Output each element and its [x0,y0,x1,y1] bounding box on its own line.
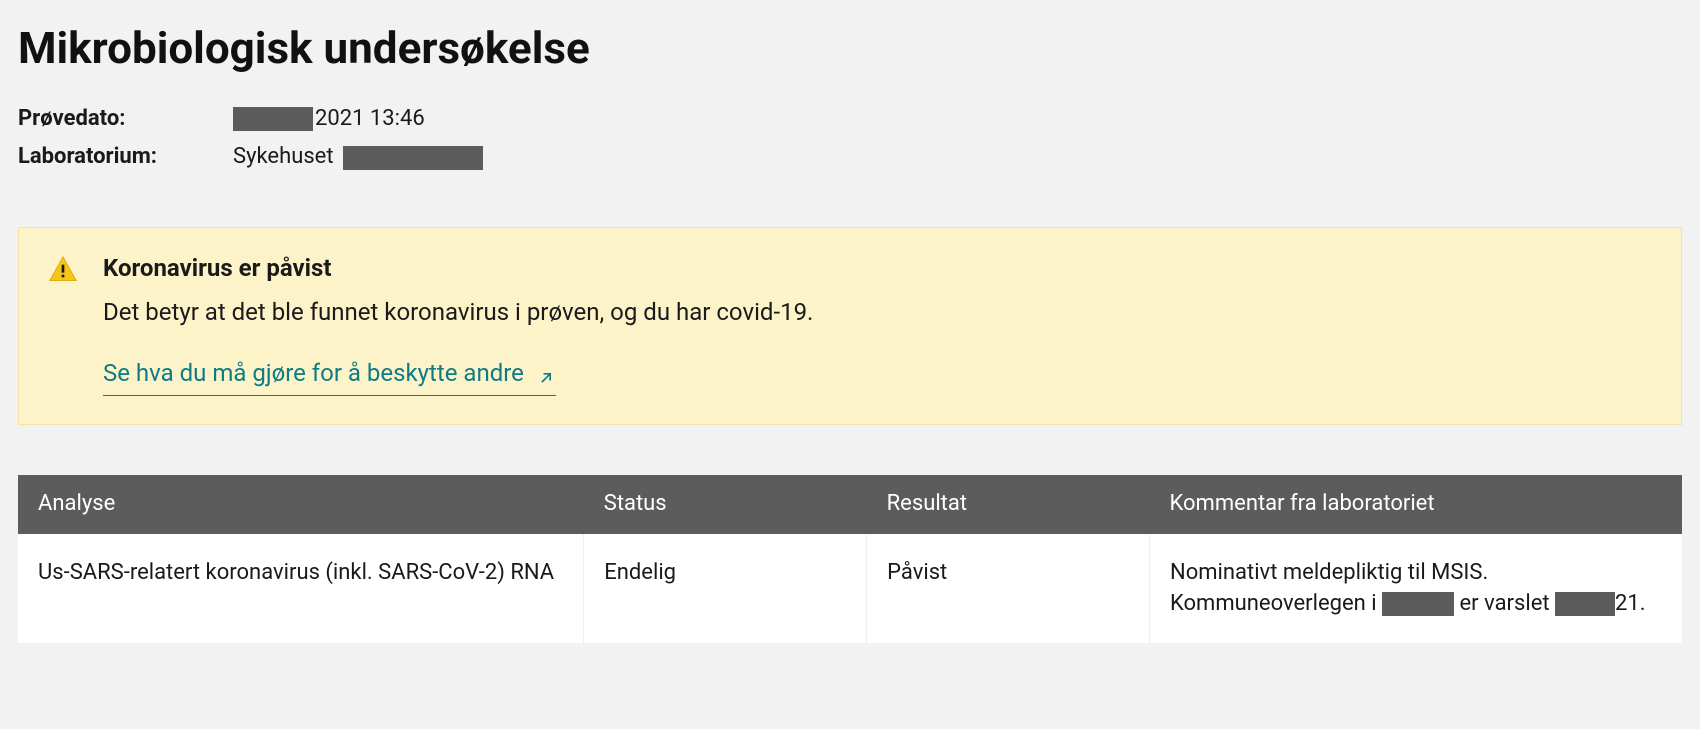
meta-block: Prøvedato: 2021 13:46 Laboratorium: Syke… [18,104,1682,174]
alert-text: Det betyr at det ble funnet koronavirus … [103,296,1653,330]
table-header-row: Analyse Status Resultat Kommentar fra la… [18,475,1682,534]
th-analyse: Analyse [18,475,584,534]
cell-analyse: Us-SARS-relatert koronavirus (inkl. SARS… [18,534,584,644]
alert-link-text: Se hva du må gjøre for å beskytte andre [103,357,524,391]
meta-lab-prefix: Sykehuset [233,142,334,173]
cell-status: Endelig [584,534,867,644]
th-status: Status [584,475,867,534]
page-title: Mikrobiologisk undersøkelse [18,18,1682,80]
meta-row-date: Prøvedato: 2021 13:46 [18,104,1682,135]
alert-link[interactable]: Se hva du må gjøre for å beskytte andre [103,357,556,396]
redacted-block [1555,592,1615,616]
alert-box: Koronavirus er påvist Det betyr at det b… [18,227,1682,425]
meta-date-suffix: 2021 13:46 [315,104,425,135]
th-result: Resultat [867,475,1150,534]
comment-part3: 21. [1615,591,1646,616]
alert-body: Koronavirus er påvist Det betyr at det b… [103,252,1653,396]
th-comment: Kommentar fra laboratoriet [1150,475,1683,534]
redacted-block [1382,592,1454,616]
meta-lab-label: Laboratorium: [18,142,233,173]
cell-result: Påvist [867,534,1150,644]
meta-row-lab: Laboratorium: Sykehuset [18,142,1682,173]
external-link-icon [536,364,556,384]
meta-lab-value: Sykehuset [233,142,483,173]
redacted-block [233,107,313,131]
meta-date-label: Prøvedato: [18,104,233,135]
alert-title: Koronavirus er påvist [103,252,1653,286]
meta-date-value: 2021 13:46 [233,104,425,135]
warning-icon [47,254,79,286]
cell-comment: Nominativt meldepliktig til MSIS. Kommun… [1150,534,1683,644]
redacted-block [343,146,483,170]
comment-part2: er vars­let [1454,591,1555,616]
results-table: Analyse Status Resultat Kommentar fra la… [18,475,1682,643]
table-row: Us-SARS-relatert koronavirus (inkl. SARS… [18,534,1682,644]
